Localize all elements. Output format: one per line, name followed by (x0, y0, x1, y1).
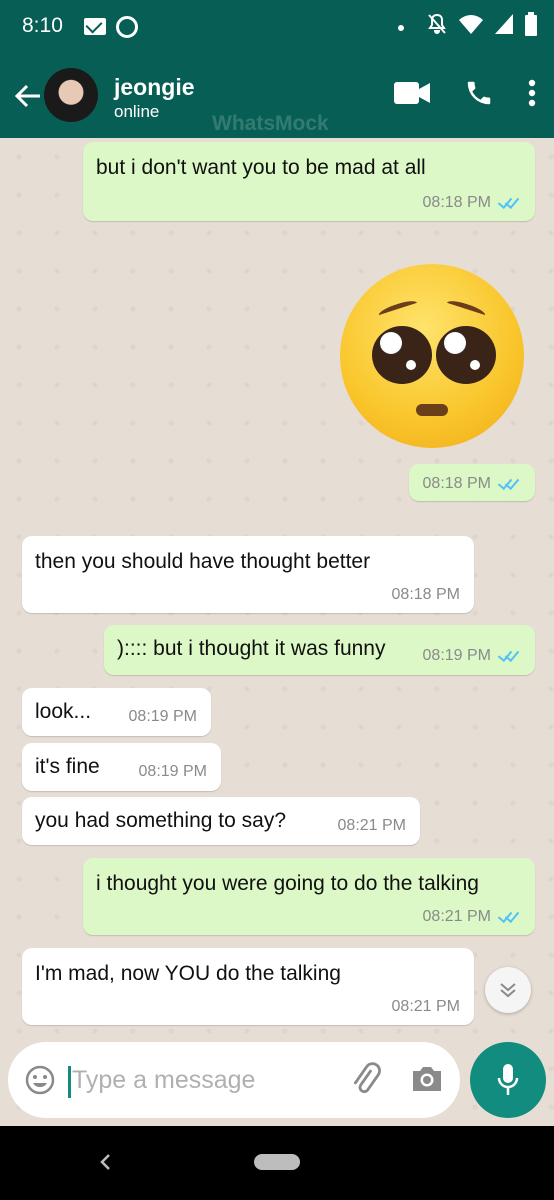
emoji-eye (372, 326, 432, 384)
message-bubble-incoming[interactable]: it's fine 08:19 PM (22, 743, 221, 791)
message-text: i thought you were going to do the talki… (96, 872, 479, 895)
shazam-icon (116, 16, 138, 38)
status-bar: 8:10 (0, 0, 554, 56)
voice-call-icon[interactable] (464, 78, 494, 108)
back-arrow-icon (14, 84, 40, 108)
watermark: WhatsMock (212, 112, 329, 135)
message-text: but i don't want you to be mad at all (96, 156, 426, 179)
message-bubble-incoming[interactable]: I'm mad, now YOU do the talking 08:21 PM (22, 948, 474, 1025)
more-vert-icon[interactable] (528, 79, 536, 107)
text-cursor (68, 1066, 71, 1098)
message-time: 08:18 PM (422, 475, 491, 492)
do-not-disturb-icon (428, 13, 446, 34)
camera-icon[interactable] (410, 1064, 444, 1094)
contact-avatar[interactable] (44, 68, 98, 122)
status-icons (426, 12, 538, 36)
emoji-brow (445, 298, 487, 320)
microphone-icon (497, 1064, 519, 1095)
message-input[interactable] (72, 1062, 302, 1098)
double-chevron-down-icon (500, 983, 516, 998)
voice-record-button[interactable] (470, 1042, 546, 1118)
message-time: 08:18 PM (422, 194, 491, 211)
message-bubble-incoming[interactable]: then you should have thought better 08:1… (22, 536, 474, 613)
notification-dot (398, 25, 404, 31)
message-text: look... (35, 700, 92, 723)
message-time: 08:19 PM (128, 708, 197, 725)
message-bubble-outgoing[interactable]: but i don't want you to be mad at all 08… (83, 142, 535, 221)
message-text: I'm mad, now YOU do the talking (35, 962, 341, 985)
status-time: 8:10 (22, 14, 63, 37)
wifi-icon (459, 15, 483, 34)
contact-status: online (114, 102, 160, 121)
message-text: it's fine (35, 755, 100, 778)
back-button[interactable] (8, 76, 48, 116)
message-time: 08:18 PM (391, 586, 460, 603)
message-bubble-outgoing[interactable]: 08:18 PM (409, 464, 535, 501)
emoji-icon[interactable] (24, 1064, 56, 1096)
message-time: 08:19 PM (422, 647, 491, 664)
message-text: ):::: but i thought it was funny (117, 637, 386, 660)
mail-icon (84, 18, 106, 35)
message-time: 08:21 PM (422, 908, 491, 925)
read-receipt-icon (497, 910, 521, 924)
emoji-brow (377, 298, 419, 320)
system-navigation-bar (0, 1126, 554, 1200)
read-receipt-icon (497, 477, 521, 491)
paperclip-icon[interactable] (348, 1062, 384, 1098)
battery-icon (525, 12, 537, 36)
message-time: 08:21 PM (337, 817, 406, 834)
message-bubble-outgoing[interactable]: ):::: but i thought it was funny 08:19 P… (104, 625, 535, 675)
contact-name[interactable]: jeongie (114, 74, 195, 101)
emoji-eye (436, 326, 496, 384)
chat-header: jeongie online WhatsMock (0, 56, 554, 138)
read-receipt-icon (497, 649, 521, 663)
message-composer (8, 1042, 460, 1118)
video-call-icon[interactable] (394, 81, 430, 105)
pleading-face-emoji[interactable] (340, 264, 524, 448)
emoji-mouth (416, 404, 448, 416)
message-bubble-outgoing[interactable]: i thought you were going to do the talki… (83, 858, 535, 935)
message-list[interactable]: but i don't want you to be mad at all 08… (0, 138, 554, 1126)
message-time: 08:21 PM (391, 998, 460, 1015)
nav-back-icon[interactable] (98, 1152, 112, 1172)
read-receipt-icon (497, 196, 521, 210)
message-text: then you should have thought better (35, 550, 371, 573)
signal-icon (495, 14, 513, 34)
nav-home-pill[interactable] (254, 1154, 300, 1170)
scroll-to-bottom-button[interactable] (485, 967, 531, 1013)
message-bubble-incoming[interactable]: you had something to say? 08:21 PM (22, 797, 420, 845)
message-text: you had something to say? (35, 809, 286, 832)
message-time: 08:19 PM (138, 763, 207, 780)
message-bubble-incoming[interactable]: look... 08:19 PM (22, 688, 211, 736)
